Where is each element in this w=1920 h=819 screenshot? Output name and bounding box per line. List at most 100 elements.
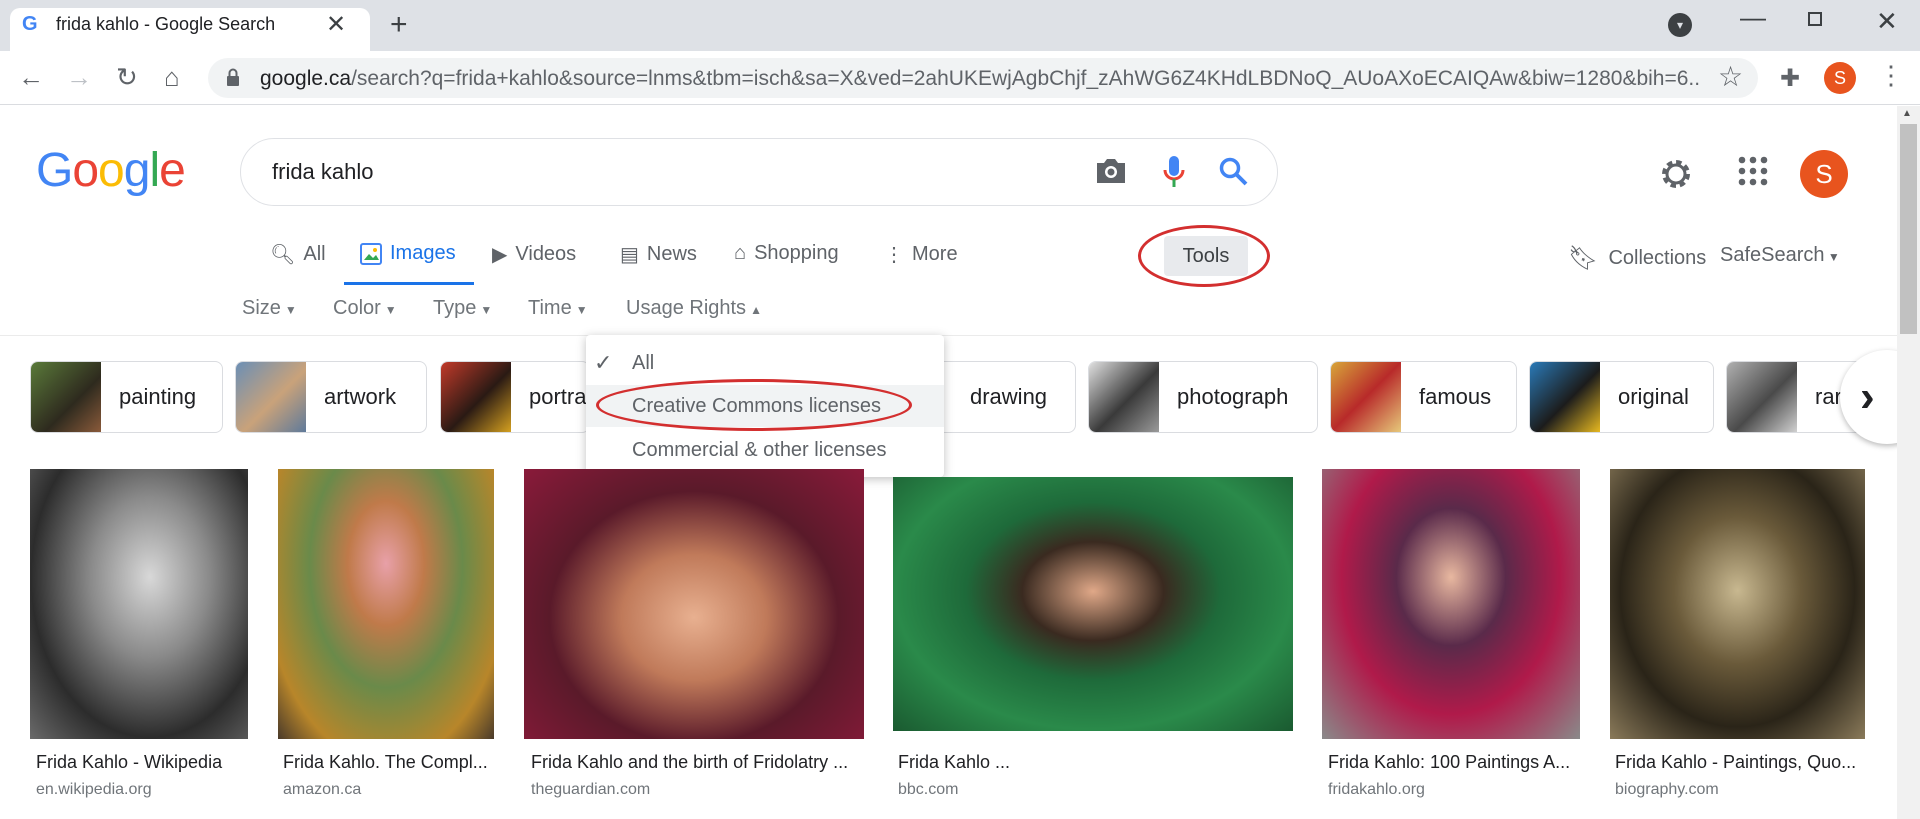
annotation-circle-tools [1138,225,1270,287]
mic-icon[interactable] [1162,154,1186,190]
window-restore-icon[interactable] [1808,12,1822,26]
result-source[interactable]: bbc.com [898,781,958,799]
menu-item-all[interactable]: All [586,342,944,384]
apps-grid-icon[interactable] [1738,156,1768,186]
chip-label: artwork [324,384,397,409]
safesearch-dropdown[interactable]: SafeSearch ▼ [1720,244,1840,267]
filter-time[interactable]: Time ▼ [528,297,588,320]
scrollbar-thumb[interactable] [1900,124,1917,334]
url-host: google.ca [260,67,352,90]
result-source[interactable]: fridakahlo.org [1328,781,1425,799]
chip-thumbnail [1727,362,1797,432]
logo-letter: o [72,144,99,197]
tab-close-icon[interactable]: ✕ [326,10,346,39]
caret-down-icon: ▼ [575,303,588,317]
chip-photograph[interactable]: photograph [1088,361,1318,433]
google-logo[interactable]: Google [36,143,186,198]
filter-usage-rights[interactable]: Usage Rights ▲ [626,297,762,320]
extensions-puzzle-icon[interactable]: ✚ [1780,64,1800,93]
chrome-menu-icon[interactable]: ⋮ [1878,60,1904,91]
forward-icon[interactable]: → [66,62,92,93]
filter-usage-rights-label: Usage Rights [626,297,747,319]
tab-all[interactable]: 🔍︎ All [270,242,326,267]
result-source[interactable]: amazon.ca [283,781,361,799]
lock-icon[interactable] [226,68,240,86]
result-image[interactable] [1322,469,1580,739]
chip-label: rar [1815,384,1842,409]
collections-link[interactable]: 🔖︎ Collections [1568,244,1706,273]
tab-shopping-label: Shopping [754,242,839,264]
url-text[interactable]: google.ca/search?q=frida+kahlo&source=ln… [260,67,1700,91]
video-icon: ▶ [492,244,508,266]
caret-down-icon: ▼ [480,303,493,317]
chrome-profile-avatar[interactable]: S [1824,62,1856,94]
camera-icon[interactable] [1094,156,1128,186]
chip-label: original [1618,384,1689,409]
reload-icon[interactable]: ↻ [116,62,138,93]
chevron-right-icon[interactable]: › [1860,372,1875,422]
scroll-up-arrow-icon[interactable]: ▲ [1902,108,1912,119]
result-source[interactable]: theguardian.com [531,781,650,799]
gear-icon[interactable] [1658,156,1694,192]
chip-thumbnail [1331,362,1401,432]
chip-thumbnail [236,362,306,432]
chip-thumbnail [1089,362,1159,432]
caret-down-icon: ▼ [284,303,297,317]
menu-item-commercial[interactable]: Commercial & other licenses [586,429,944,471]
result-title[interactable]: Frida Kahlo and the birth of Fridolatry … [531,752,861,773]
tab-search-icon[interactable]: ▾ [1668,13,1692,37]
bookmark-star-icon[interactable]: ☆ [1718,60,1743,93]
tab-shopping[interactable]: ⌂ Shopping [734,242,839,265]
tab-images[interactable]: Images [360,242,456,265]
tab-more[interactable]: ⋮ More [884,242,958,267]
result-image[interactable] [1610,469,1865,739]
tab-news-label: News [646,243,697,265]
result-title[interactable]: Frida Kahlo - Wikipedia [36,752,248,773]
chip-label: portra [529,384,587,409]
home-icon[interactable]: ⌂ [164,62,180,93]
window-minimize-icon[interactable]: — [1740,2,1766,33]
result-source[interactable]: biography.com [1615,781,1719,799]
chip-famous[interactable]: famous [1330,361,1517,433]
active-tab-underline [344,282,474,285]
chip-thumbnail [31,362,101,432]
chip-label: drawing [970,384,1048,409]
result-image[interactable] [893,477,1293,731]
search-icon[interactable] [1218,156,1250,188]
chip-original[interactable]: original [1529,361,1714,433]
result-title[interactable]: Frida Kahlo: 100 Paintings A... [1328,752,1578,773]
tab-news[interactable]: ▤ News [620,242,697,267]
filter-size[interactable]: Size ▼ [242,297,297,320]
chip-painting[interactable]: painting [30,361,223,433]
chip-label: photograph [1177,384,1289,409]
result-image[interactable] [524,469,864,739]
filter-type-label: Type [433,297,477,319]
tab-videos-label: Videos [515,243,577,265]
chip-artwork[interactable]: artwork [235,361,427,433]
result-title[interactable]: Frida Kahlo. The Compl... [283,752,493,773]
caret-down-icon: ▼ [384,303,397,317]
chip-thumbnail [1530,362,1600,432]
result-title[interactable]: Frida Kahlo - Paintings, Quo... [1615,752,1865,773]
filter-color[interactable]: Color ▼ [333,297,397,320]
new-tab-icon[interactable]: + [390,8,408,42]
tab-videos[interactable]: ▶ Videos [492,242,576,267]
chip-drawing[interactable]: drawing [930,361,1076,433]
result-source[interactable]: en.wikipedia.org [36,781,152,799]
chip-thumbnail [441,362,511,432]
logo-letter: G [36,144,73,197]
logo-letter: g [123,144,151,197]
window-close-icon[interactable]: ✕ [1876,6,1898,37]
chip-portrait[interactable]: portra [440,361,590,433]
back-icon[interactable]: ← [18,62,44,93]
chip-label: painting [119,384,197,409]
filter-type[interactable]: Type ▼ [433,297,492,320]
caret-down-icon: ▼ [1824,250,1840,264]
result-image[interactable] [30,469,248,739]
search-icon: 🔍︎ [270,244,296,266]
search-input[interactable]: frida kahlo [272,159,374,185]
account-avatar[interactable]: S [1800,150,1848,198]
url-path: /search?q=frida+kahlo&source=lnms&tbm=is… [351,67,1700,90]
result-image[interactable] [278,469,494,739]
result-title[interactable]: Frida Kahlo ... [898,752,1288,773]
